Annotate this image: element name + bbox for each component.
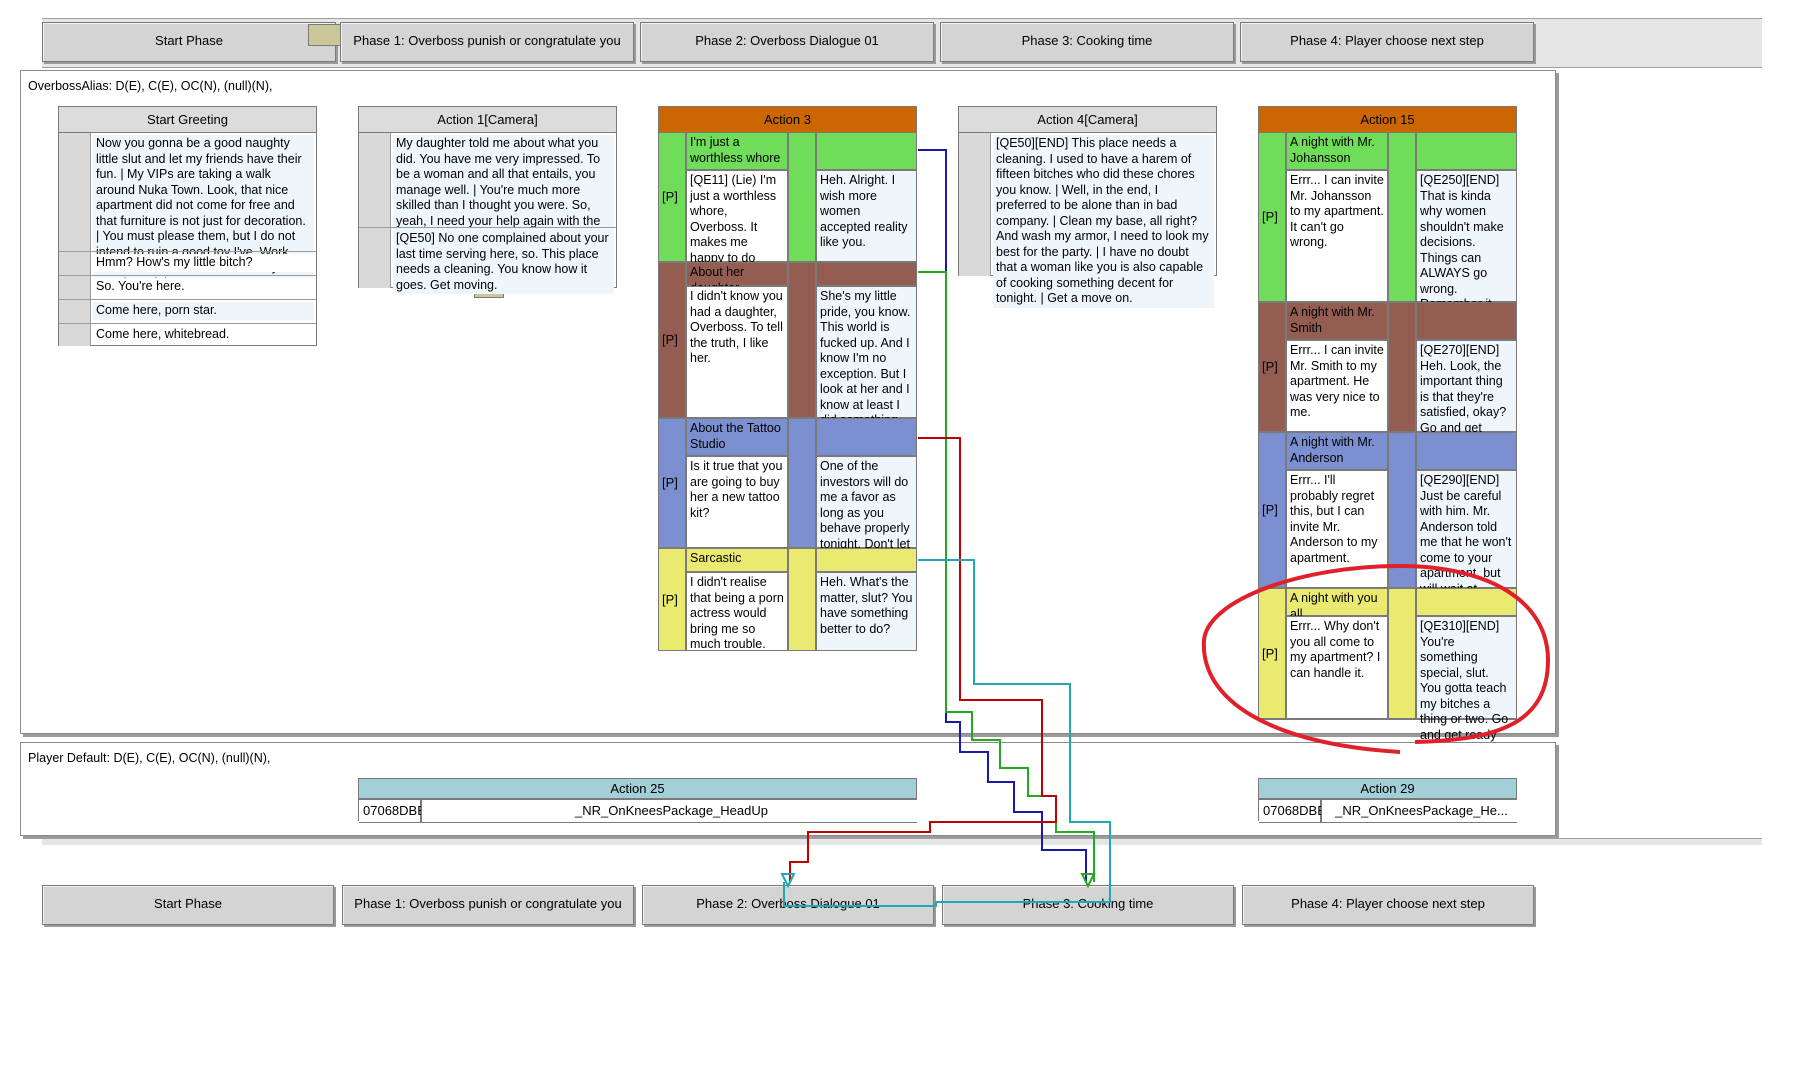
npc-header[interactable]	[1416, 132, 1517, 170]
greeting-line[interactable]: Hmm? How's my little bitch?	[93, 254, 314, 272]
phase-4-bottom[interactable]: Phase 4: Player choose next step	[1242, 885, 1534, 925]
player-tag: [P]	[1262, 502, 1278, 517]
topic-label[interactable]: Sarcastic	[686, 548, 788, 572]
action1-row[interactable]: My daughter told me about what you did. …	[359, 133, 616, 246]
topic-label[interactable]: About her daughter	[686, 262, 788, 295]
row-gutter	[359, 133, 391, 227]
npc-line[interactable]: One of the investors will do me a favor …	[816, 456, 917, 566]
response-marker[interactable]	[788, 548, 816, 651]
npc-line[interactable]: She's my little pride, you know. This wo…	[816, 286, 917, 443]
action29-package-field[interactable]: _NR_OnKneesPackage_He...	[1321, 799, 1517, 823]
npc-header[interactable]	[816, 548, 917, 572]
action4-row[interactable]: [QE50][END] This place needs a cleaning.…	[959, 133, 1216, 308]
action1-text-2[interactable]: [QE50] No one complained about your last…	[393, 230, 614, 294]
response-marker[interactable]	[1388, 132, 1416, 302]
response-marker[interactable]	[788, 262, 816, 418]
player-tag: [P]	[662, 332, 678, 347]
topic-label[interactable]: A night with Mr. Smith	[1286, 302, 1388, 340]
player-tag: [P]	[1262, 359, 1278, 374]
response-marker[interactable]	[1388, 588, 1416, 719]
greeting-line-row[interactable]: So. You're here.	[59, 275, 316, 299]
row-gutter	[59, 252, 91, 275]
player-line[interactable]: Is it true that you are going to buy her…	[686, 456, 788, 548]
player-line[interactable]: Errr... I can invite Mr. Smith to my apa…	[1286, 340, 1388, 432]
greeting-main-row[interactable]: Now you gonna be a good naughty little s…	[59, 133, 316, 292]
npc-line[interactable]: Heh. What's the matter, slut? You have s…	[816, 572, 917, 651]
npc-line[interactable]: [QE250][END] That is kinda why women sho…	[1416, 170, 1517, 342]
row-gutter	[59, 133, 91, 251]
action25-package-field[interactable]: _NR_OnKneesPackage_HeadUp	[421, 799, 917, 823]
npc-line[interactable]: [QE290][END] Just be careful with him. M…	[1416, 470, 1517, 611]
phase-3-top[interactable]: Phase 3: Cooking time	[940, 22, 1234, 62]
response-marker[interactable]	[788, 418, 816, 548]
action4-node[interactable]: Action 4[Camera] [QE50][END] This place …	[958, 106, 1217, 308]
topic-label[interactable]: A night with you all	[1286, 588, 1388, 621]
action3-title: Action 3	[659, 107, 916, 133]
start-greeting-node[interactable]: Start Greeting Now you gonna be a good n…	[58, 106, 317, 346]
player-line[interactable]: I didn't realise that being a porn actre…	[686, 572, 788, 651]
greeting-line-row[interactable]: Come here, whitebread.	[59, 323, 316, 346]
action25-id-field[interactable]: 07068DBE	[359, 799, 426, 823]
greeting-line[interactable]: Come here, whitebread.	[93, 326, 314, 344]
greeting-line-row[interactable]: Come here, porn star.	[59, 299, 316, 323]
phase-3-bottom[interactable]: Phase 3: Cooking time	[942, 885, 1234, 925]
action25-node[interactable]: Action 25 07068DBE _NR_OnKneesPackage_He…	[358, 778, 917, 823]
row-gutter	[359, 228, 391, 288]
phase-2-bottom[interactable]: Phase 2: Overboss Dialogue 01	[642, 885, 934, 925]
npc-header[interactable]	[1416, 302, 1517, 340]
action25-title: Action 25	[359, 779, 916, 799]
response-marker[interactable]	[788, 132, 816, 262]
action4-title: Action 4[Camera]	[959, 107, 1216, 133]
start-greeting-title: Start Greeting	[59, 107, 316, 133]
npc-line[interactable]: Heh. Alright. I wish more women accepted…	[816, 170, 917, 262]
npc-header[interactable]	[816, 262, 917, 286]
row-gutter	[959, 133, 991, 276]
topic-label[interactable]: A night with Mr. Johansson	[1286, 132, 1388, 170]
npc-header[interactable]	[816, 132, 917, 170]
player-tag: [P]	[662, 475, 678, 490]
bottom-phase-bar	[42, 838, 1762, 845]
player-tag: [P]	[1262, 645, 1278, 661]
player-line[interactable]: I didn't know you had a daughter, Overbo…	[686, 286, 788, 418]
greeting-line[interactable]: Come here, porn star.	[93, 302, 314, 320]
npc-header[interactable]	[1416, 432, 1517, 470]
action29-title: Action 29	[1259, 779, 1516, 799]
npc-line[interactable]: [QE270][END] Heh. Look, the important th…	[1416, 340, 1517, 450]
phase-1-bottom[interactable]: Phase 1: Overboss punish or congratulate…	[342, 885, 634, 925]
response-marker[interactable]	[1388, 302, 1416, 432]
player-line[interactable]: Errr... I'll probably regret this, but I…	[1286, 470, 1388, 588]
npc-header[interactable]	[816, 418, 917, 456]
greeting-line-row[interactable]: Hmm? How's my little bitch?	[59, 251, 316, 275]
action1-node[interactable]: Action 1[Camera] My daughter told me abo…	[358, 106, 617, 294]
action1-title: Action 1[Camera]	[359, 107, 616, 133]
action29-node[interactable]: Action 29 07068DBE _NR_OnKneesPackage_He…	[1258, 778, 1517, 823]
greeting-line[interactable]: So. You're here.	[93, 278, 314, 296]
topic-label[interactable]: I'm just a worthless whore	[686, 132, 788, 170]
phase-start-bottom[interactable]: Start Phase	[42, 885, 334, 925]
topic-label[interactable]: A night with Mr. Anderson	[1286, 432, 1388, 470]
phase-2-top[interactable]: Phase 2: Overboss Dialogue 01	[640, 22, 934, 62]
phase-start-top[interactable]: Start Phase	[42, 22, 336, 62]
npc-line[interactable]: [QE310][END] You're something special, s…	[1416, 616, 1517, 757]
row-gutter	[59, 276, 91, 299]
player-tag: [P]	[662, 189, 678, 204]
player-default-label: Player Default: D(E), C(E), OC(N), (null…	[28, 751, 271, 765]
player-tag: [P]	[662, 591, 678, 607]
phase-1-top[interactable]: Phase 1: Overboss punish or congratulate…	[340, 22, 634, 62]
npc-header[interactable]	[1416, 588, 1517, 616]
player-line[interactable]: Errr... Why don't you all come to my apa…	[1286, 616, 1388, 719]
row-gutter	[59, 300, 91, 323]
action1-row[interactable]: [QE50] No one complained about your last…	[359, 227, 616, 294]
action15-title: Action 15	[1259, 107, 1516, 133]
response-marker[interactable]	[1388, 432, 1416, 588]
player-tag: [P]	[1262, 209, 1278, 224]
topic-label[interactable]: About the Tattoo Studio	[686, 418, 788, 456]
player-line[interactable]: [QE11] (Lie) I'm just a worthless whore,…	[686, 170, 788, 296]
player-line[interactable]: Errr... I can invite Mr. Johansson to my…	[1286, 170, 1388, 302]
overboss-alias-label: OverbossAlias: D(E), C(E), OC(N), (null)…	[28, 79, 273, 93]
row-gutter	[59, 324, 91, 346]
phase-4-top[interactable]: Phase 4: Player choose next step	[1240, 22, 1534, 62]
action29-id-field[interactable]: 07068DBE	[1259, 799, 1326, 823]
action4-text[interactable]: [QE50][END] This place needs a cleaning.…	[993, 135, 1214, 308]
